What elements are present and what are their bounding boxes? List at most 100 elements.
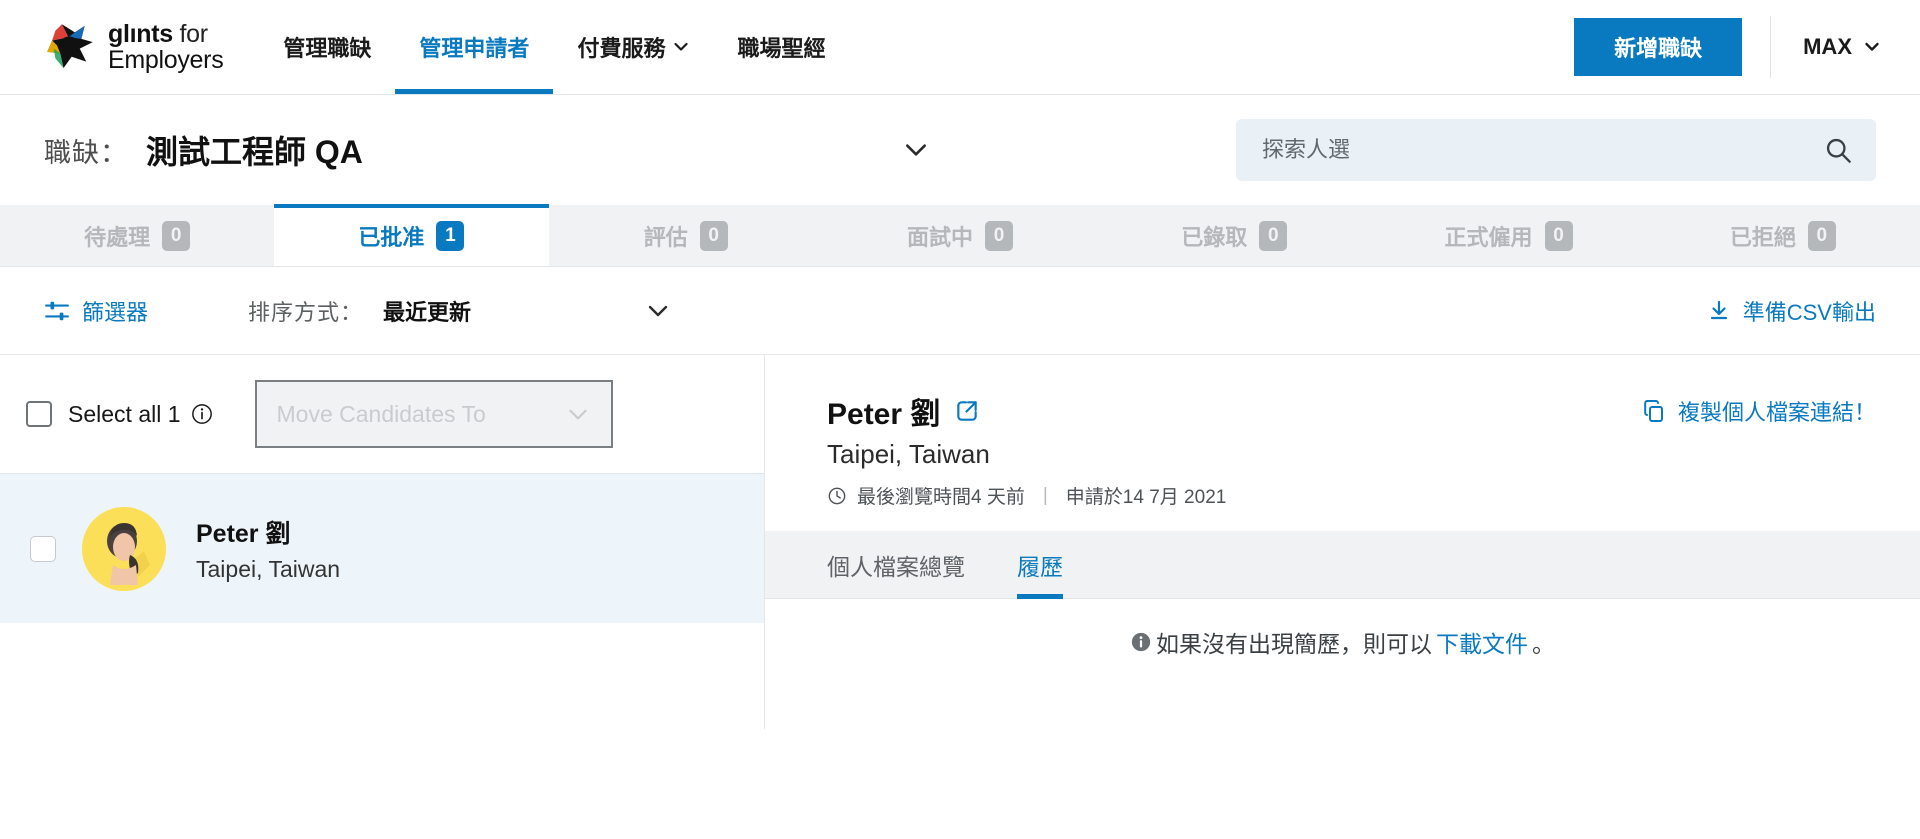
- detail-header: Peter 劉 Taipei, Taiwan 最後瀏覽時間4 天前 | 申請於1…: [765, 355, 1920, 509]
- stage-tab-count: 0: [1259, 220, 1288, 251]
- brand-logo-block[interactable]: glınts for Employers: [0, 0, 241, 94]
- list-item[interactable]: Peter 劉 Taipei, Taiwan: [0, 473, 764, 623]
- copy-profile-link-button[interactable]: 複製個人檔案連結！: [1642, 389, 1876, 427]
- detail-applied-on: 申請於14 7月 2021: [1065, 487, 1227, 508]
- sort-label: 排序方式：: [248, 299, 364, 325]
- chevron-down-icon: [1865, 42, 1879, 51]
- candidate-detail-panel: Peter 劉 Taipei, Taiwan 最後瀏覽時間4 天前 | 申請於1…: [765, 355, 1920, 729]
- user-menu[interactable]: MAX: [1771, 0, 1920, 94]
- top-navigation-bar: glınts for Employers 管理職缺 管理申請者 付費服務 職場聖…: [0, 0, 1920, 95]
- filter-toolbar: 篩選器 排序方式： 最近更新 準備CSV輸出: [0, 267, 1920, 355]
- detail-location: Taipei, Taiwan: [827, 439, 990, 469]
- resume-note-text-before: 如果沒有出現簡歷，則可以: [1156, 631, 1432, 657]
- glints-star-logo: [47, 24, 93, 69]
- nav-item-paid-services[interactable]: 付費服務: [553, 0, 713, 94]
- content-area: Select all 1 Move Candidates To Peter 劉 …: [0, 355, 1920, 729]
- clock-icon: [828, 487, 846, 504]
- nav-label: 職場聖經: [737, 36, 826, 61]
- search-icon[interactable]: [1824, 136, 1852, 164]
- move-candidates-to-select[interactable]: Move Candidates To: [254, 380, 613, 448]
- csv-export-label: 準備CSV輸出: [1742, 299, 1876, 325]
- candidate-checkbox[interactable]: [30, 535, 56, 562]
- select-all-label: Select all 1: [68, 400, 181, 427]
- detail-tab-label: 個人檔案總覽: [827, 553, 965, 580]
- detail-tabs: 個人檔案總覽 履歷: [765, 531, 1920, 599]
- filters-button[interactable]: 篩選器: [44, 295, 148, 327]
- resume-note-text-after: 。: [1532, 631, 1555, 657]
- main-nav-links: 管理職缺 管理申請者 付費服務 職場聖經: [259, 0, 849, 94]
- search-input[interactable]: [1260, 136, 1824, 164]
- job-label: 職缺：: [44, 137, 128, 168]
- sort-control[interactable]: 排序方式： 最近更新: [248, 295, 670, 327]
- stage-tab-pending[interactable]: 待處理 0: [0, 205, 275, 266]
- move-candidates-to-placeholder: Move Candidates To: [276, 400, 486, 427]
- stage-tab-approved[interactable]: 已批准 1: [274, 204, 549, 266]
- resume-note: 如果沒有出現簡歷，則可以 下載文件 。: [765, 599, 1920, 659]
- brand-wordmark: glınts for Employers: [108, 19, 224, 74]
- stage-tab-label: 待處理: [84, 224, 151, 250]
- chevron-down-icon: [674, 42, 689, 51]
- user-menu-label: MAX: [1803, 34, 1852, 59]
- detail-candidate-name: Peter 劉: [827, 398, 941, 431]
- stage-tab-rejected[interactable]: 已拒絕 0: [1645, 205, 1920, 266]
- filters-label: 篩選器: [82, 299, 149, 325]
- add-job-button[interactable]: 新增職缺: [1574, 18, 1743, 76]
- copy-icon: [1644, 400, 1663, 422]
- candidate-avatar: [82, 506, 166, 591]
- select-all-row: Select all 1 Move Candidates To: [0, 355, 764, 473]
- detail-identity: Peter 劉 Taipei, Taiwan 最後瀏覽時間4 天前 | 申請於1…: [827, 389, 1226, 509]
- stage-tab-offered[interactable]: 已錄取 0: [1097, 205, 1372, 266]
- external-link-icon[interactable]: [954, 398, 980, 424]
- avatar: [82, 506, 166, 591]
- stage-tab-label: 評估: [643, 224, 688, 250]
- stage-tab-hired[interactable]: 正式僱用 0: [1371, 205, 1646, 266]
- detail-last-seen: 最後瀏覽時間4 天前: [857, 487, 1025, 508]
- stage-tab-count: 0: [1807, 220, 1836, 251]
- stage-tab-interviewing[interactable]: 面試中 0: [822, 205, 1098, 266]
- brand-line1-thin: for: [172, 19, 209, 48]
- detail-name-row: Peter 劉: [827, 389, 1226, 433]
- nav-item-manage-applicants[interactable]: 管理申請者: [395, 0, 554, 94]
- download-file-link[interactable]: 下載文件: [1436, 625, 1528, 659]
- chevron-down-icon: [568, 409, 587, 420]
- download-icon: [1710, 300, 1727, 319]
- nav-item-workplace-bible[interactable]: 職場聖經: [713, 0, 849, 94]
- stage-tab-assessment[interactable]: 評估 0: [548, 205, 823, 266]
- nav-label: 付費服務: [577, 36, 666, 61]
- nav-item-manage-jobs[interactable]: 管理職缺: [259, 0, 395, 94]
- detail-meta: 最後瀏覽時間4 天前 | 申請於14 7月 2021: [827, 482, 1226, 509]
- stage-tab-label: 已批准: [358, 224, 425, 250]
- chevron-down-icon: [648, 305, 668, 316]
- page-title: 測試工程師 QA: [146, 134, 363, 170]
- info-filled-icon: [1131, 632, 1151, 652]
- candidate-info: Peter 劉 Taipei, Taiwan: [196, 514, 340, 583]
- stage-tab-label: 已錄取: [1181, 224, 1248, 250]
- brand-line2: Employers: [108, 46, 224, 74]
- stage-tab-count: 0: [1544, 220, 1573, 251]
- brand-line1-bold: glınts: [108, 19, 173, 48]
- sliders-icon: [45, 301, 69, 320]
- nav-label: 管理申請者: [419, 36, 530, 61]
- stage-tab-label: 面試中: [906, 224, 973, 250]
- job-header-bar: 職缺： 測試工程師 QA: [0, 95, 1920, 205]
- csv-export-button[interactable]: 準備CSV輸出: [1707, 295, 1876, 327]
- candidate-list-panel: Select all 1 Move Candidates To Peter 劉 …: [0, 355, 765, 729]
- stage-tab-label: 已拒絕: [1729, 224, 1796, 250]
- candidate-location: Taipei, Taiwan: [196, 556, 341, 582]
- stage-tab-count: 0: [984, 220, 1013, 251]
- tab-resume[interactable]: 履歷: [1017, 531, 1063, 599]
- tab-profile-overview[interactable]: 個人檔案總覽: [827, 531, 965, 599]
- sort-value: 最近更新: [383, 299, 472, 325]
- candidate-search-box[interactable]: [1236, 119, 1876, 181]
- select-all-checkbox[interactable]: [26, 401, 52, 427]
- stage-tabs: 待處理 0 已批准 1 評估 0 面試中 0 已錄取 0 正式僱用 0 已拒絕 …: [0, 204, 1920, 267]
- stage-tab-count: 0: [162, 220, 191, 251]
- detail-tab-label: 履歷: [1017, 553, 1063, 580]
- candidate-name: Peter 劉: [196, 520, 291, 548]
- job-selector-chevron-down-icon[interactable]: [903, 137, 929, 163]
- stage-tab-count: 0: [699, 220, 728, 251]
- detail-meta-divider: |: [1042, 484, 1048, 506]
- select-all-label-wrap: Select all 1: [68, 401, 213, 428]
- info-icon[interactable]: [191, 403, 213, 425]
